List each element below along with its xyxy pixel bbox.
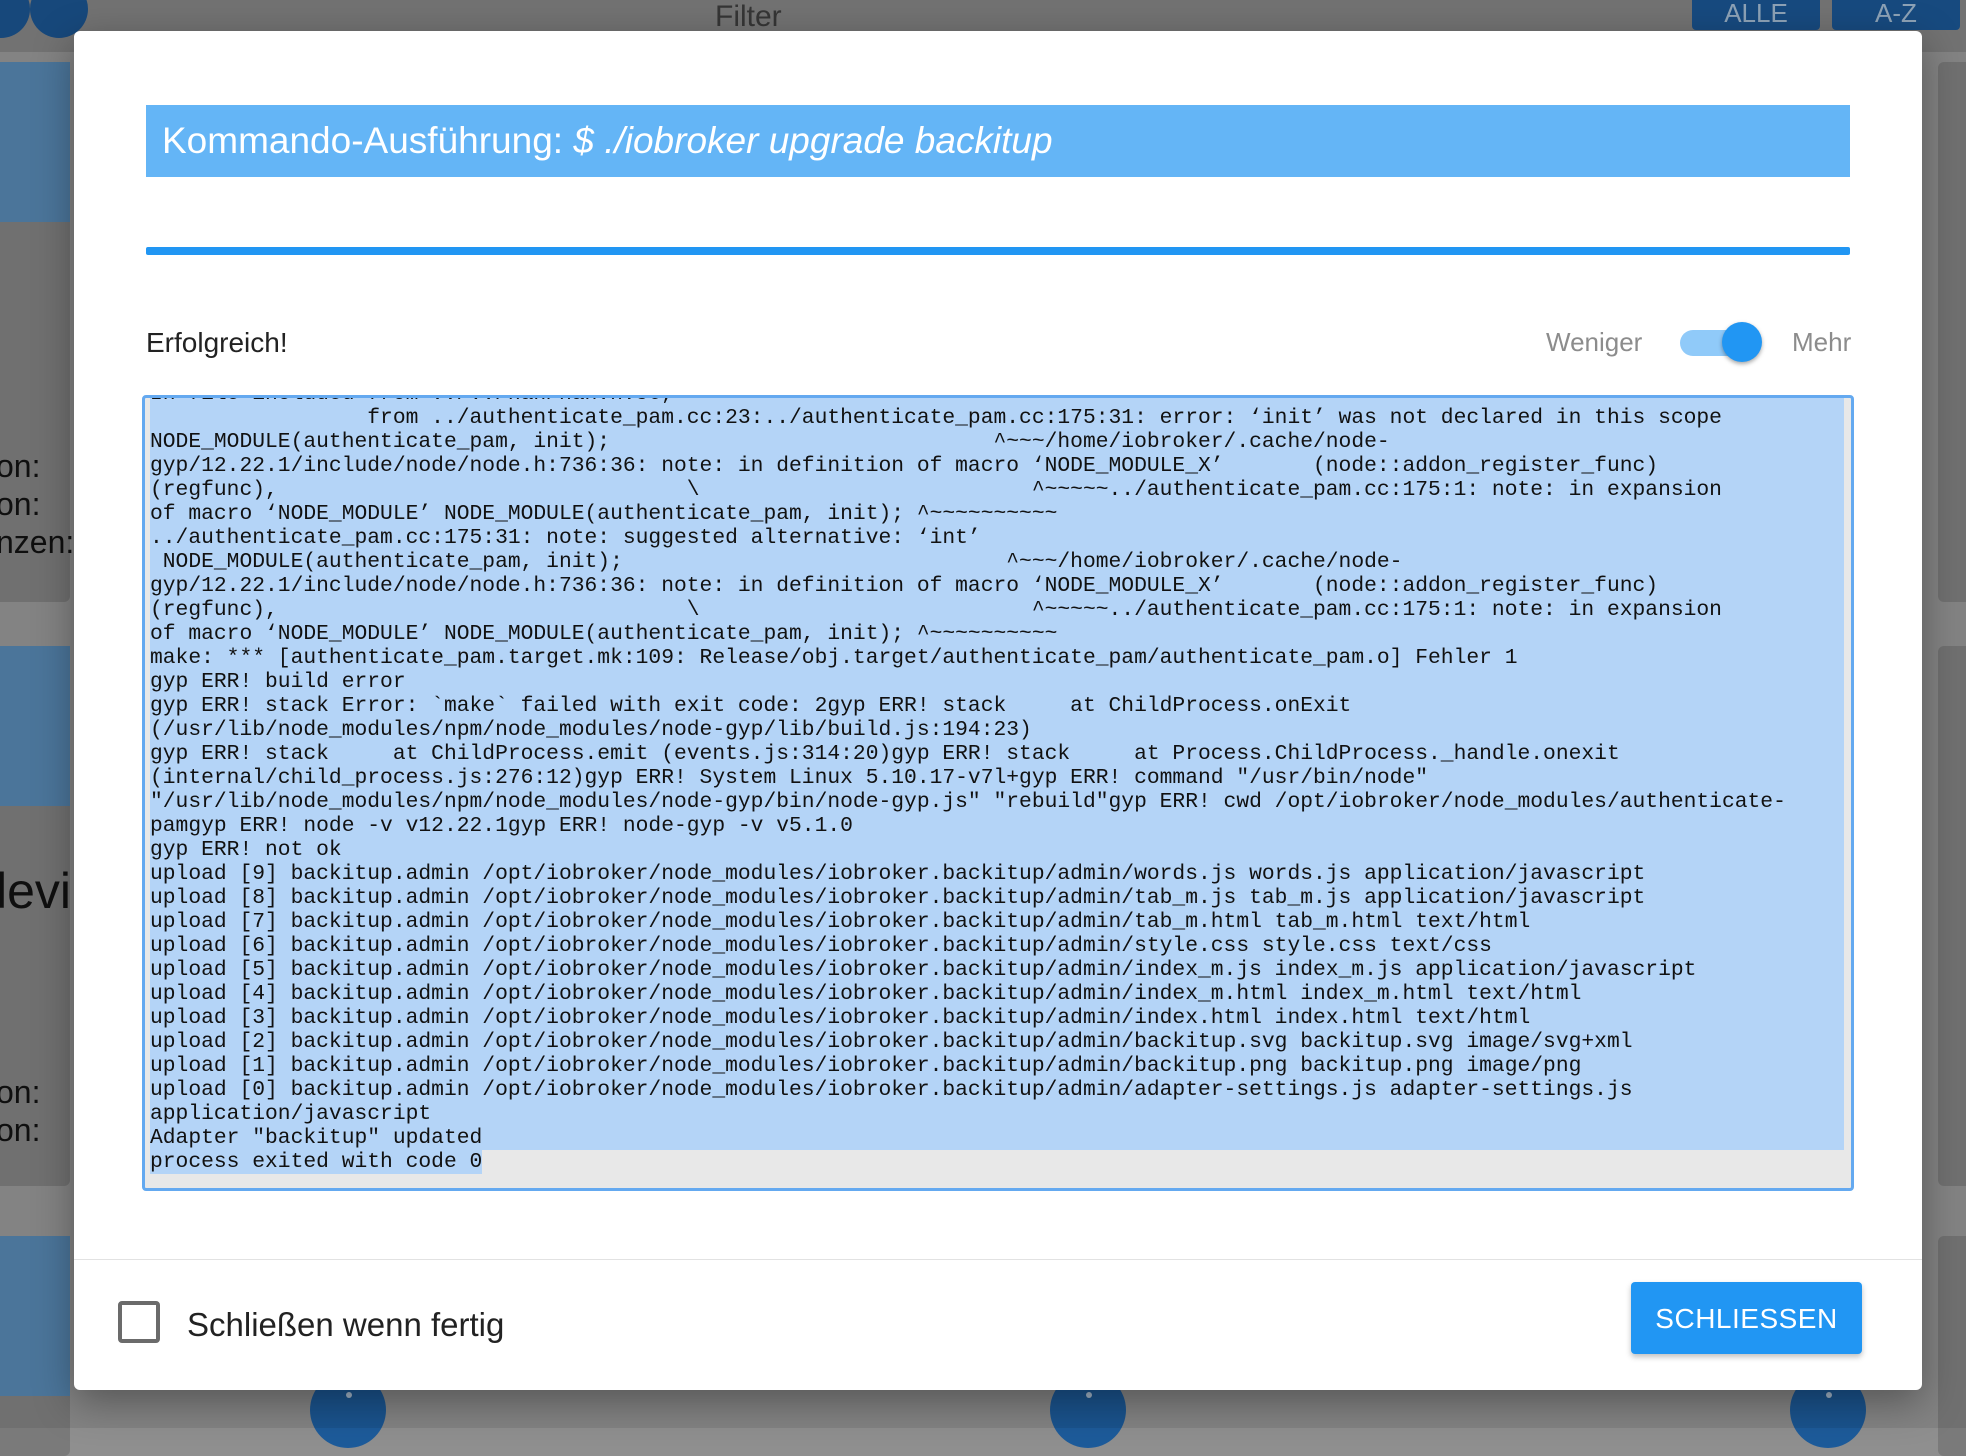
log-line: (internal/child_process.js:276:12)gyp ER… bbox=[150, 766, 1844, 790]
dialog-title-command: $ ./iobroker upgrade backitup bbox=[573, 120, 1053, 161]
log-line: make: *** [authenticate_pam.target.mk:10… bbox=[150, 646, 1844, 670]
log-detail-switch[interactable] bbox=[1680, 321, 1762, 363]
log-line: of macro ‘NODE_MODULE’ NODE_MODULE(authe… bbox=[150, 502, 1844, 526]
log-line-text: gyp ERR! build error bbox=[150, 670, 406, 694]
progress-bar bbox=[146, 247, 1850, 255]
log-line-text: (/usr/lib/node_modules/npm/node_modules/… bbox=[150, 718, 1032, 742]
log-line-text: Adapter "backitup" updated bbox=[150, 1126, 483, 1150]
log-line-text: (internal/child_process.js:276:12)gyp ER… bbox=[150, 766, 1429, 790]
log-line: "/usr/lib/node_modules/npm/node_modules/… bbox=[150, 790, 1844, 814]
log-line: gyp/12.22.1/include/node/node.h:736:36: … bbox=[150, 454, 1844, 478]
log-line: (regfunc), \ ^~~~~~../authenticate_pam.c… bbox=[150, 598, 1844, 622]
log-line: NODE_MODULE(authenticate_pam, init); ^~~… bbox=[150, 430, 1844, 454]
progress-bar-fill bbox=[146, 247, 1850, 255]
log-line-text: from ../authenticate_pam.cc:23:../authen… bbox=[150, 406, 1722, 430]
log-line-text: "/usr/lib/node_modules/npm/node_modules/… bbox=[150, 790, 1786, 814]
log-line-text: upload [4] backitup.admin /opt/iobroker/… bbox=[150, 982, 1582, 1006]
log-line-text: process exited with code 0 bbox=[150, 1150, 483, 1174]
log-line-text: upload [5] backitup.admin /opt/iobroker/… bbox=[150, 958, 1697, 982]
log-line-text: pamgyp ERR! node -v v12.22.1gyp ERR! nod… bbox=[150, 814, 853, 838]
dialog-title: Kommando-Ausführung: $ ./iobroker upgrad… bbox=[146, 105, 1850, 177]
log-line-text: In file included from ../../nan/nan.h:56… bbox=[150, 398, 674, 406]
close-when-done-label[interactable]: Schließen wenn fertig bbox=[187, 1306, 504, 1344]
close-when-done-checkbox[interactable] bbox=[118, 1301, 160, 1343]
log-line: of macro ‘NODE_MODULE’ NODE_MODULE(authe… bbox=[150, 622, 1844, 646]
log-line: gyp ERR! not ok bbox=[150, 838, 1844, 862]
log-line-text: of macro ‘NODE_MODULE’ NODE_MODULE(authe… bbox=[150, 622, 1058, 646]
log-line: pamgyp ERR! node -v v12.22.1gyp ERR! nod… bbox=[150, 814, 1844, 838]
log-line-text: (regfunc), \ ^~~~~~../authenticate_pam.c… bbox=[150, 598, 1722, 622]
log-line: upload [2] backitup.admin /opt/iobroker/… bbox=[150, 1030, 1844, 1054]
log-lines: In file included from ../../nan/nan.h:56… bbox=[150, 398, 1844, 1174]
log-line: upload [5] backitup.admin /opt/iobroker/… bbox=[150, 958, 1844, 982]
log-line: from ../authenticate_pam.cc:23:../authen… bbox=[150, 406, 1844, 430]
command-dialog: Kommando-Ausführung: $ ./iobroker upgrad… bbox=[74, 31, 1922, 1390]
log-line-text: application/javascript bbox=[150, 1102, 432, 1126]
log-line-text: upload [1] backitup.admin /opt/iobroker/… bbox=[150, 1054, 1582, 1078]
log-line-text: NODE_MODULE(authenticate_pam, init); ^~~… bbox=[150, 430, 1390, 454]
log-line: NODE_MODULE(authenticate_pam, init); ^~~… bbox=[150, 550, 1844, 574]
log-line-text: make: *** [authenticate_pam.target.mk:10… bbox=[150, 646, 1518, 670]
log-line: In file included from ../../nan/nan.h:56… bbox=[150, 398, 1844, 406]
log-output[interactable]: In file included from ../../nan/nan.h:56… bbox=[142, 395, 1854, 1191]
log-line: application/javascript bbox=[150, 1102, 1844, 1126]
log-line-text: gyp/12.22.1/include/node/node.h:736:36: … bbox=[150, 574, 1659, 598]
log-line-text: upload [7] backitup.admin /opt/iobroker/… bbox=[150, 910, 1531, 934]
log-line-text: gyp ERR! stack at ChildProcess.emit (eve… bbox=[150, 742, 1620, 766]
log-line: gyp ERR! stack Error: `make` failed with… bbox=[150, 694, 1844, 718]
log-line: process exited with code 0 bbox=[150, 1150, 1844, 1174]
log-line: upload [3] backitup.admin /opt/iobroker/… bbox=[150, 1006, 1844, 1030]
log-line-text: (regfunc), \ ^~~~~~../authenticate_pam.c… bbox=[150, 478, 1722, 502]
log-line: upload [6] backitup.admin /opt/iobroker/… bbox=[150, 934, 1844, 958]
log-line-text: gyp ERR! stack Error: `make` failed with… bbox=[150, 694, 1352, 718]
log-line: gyp ERR! build error bbox=[150, 670, 1844, 694]
status-text: Erfolgreich! bbox=[146, 327, 288, 358]
log-line: gyp/12.22.1/include/node/node.h:736:36: … bbox=[150, 574, 1844, 598]
close-button[interactable]: SCHLIESSEN bbox=[1631, 1282, 1862, 1354]
log-line: upload [8] backitup.admin /opt/iobroker/… bbox=[150, 886, 1844, 910]
log-line: upload [4] backitup.admin /opt/iobroker/… bbox=[150, 982, 1844, 1006]
log-line: upload [0] backitup.admin /opt/iobroker/… bbox=[150, 1078, 1844, 1102]
log-line: (regfunc), \ ^~~~~~../authenticate_pam.c… bbox=[150, 478, 1844, 502]
log-line-text: gyp/12.22.1/include/node/node.h:736:36: … bbox=[150, 454, 1659, 478]
log-line-text: upload [8] backitup.admin /opt/iobroker/… bbox=[150, 886, 1646, 910]
log-line: upload [1] backitup.admin /opt/iobroker/… bbox=[150, 1054, 1844, 1078]
log-line-text: NODE_MODULE(authenticate_pam, init); ^~~… bbox=[150, 550, 1403, 574]
log-line: Adapter "backitup" updated bbox=[150, 1126, 1844, 1150]
toggle-more-label: Mehr bbox=[1792, 327, 1852, 357]
log-line-text: ../authenticate_pam.cc:175:31: note: sug… bbox=[150, 526, 981, 550]
dialog-title-prefix: Kommando-Ausführung: bbox=[162, 120, 564, 161]
switch-thumb[interactable] bbox=[1722, 322, 1762, 362]
log-line: (/usr/lib/node_modules/npm/node_modules/… bbox=[150, 718, 1844, 742]
log-line: upload [7] backitup.admin /opt/iobroker/… bbox=[150, 910, 1844, 934]
log-line-text: upload [2] backitup.admin /opt/iobroker/… bbox=[150, 1030, 1633, 1054]
log-line-text: of macro ‘NODE_MODULE’ NODE_MODULE(authe… bbox=[150, 502, 1058, 526]
log-line: ../authenticate_pam.cc:175:31: note: sug… bbox=[150, 526, 1844, 550]
log-line-text: gyp ERR! not ok bbox=[150, 838, 342, 862]
toggle-less-label: Weniger bbox=[1546, 327, 1643, 357]
log-line: gyp ERR! stack at ChildProcess.emit (eve… bbox=[150, 742, 1844, 766]
log-line-text: upload [3] backitup.admin /opt/iobroker/… bbox=[150, 1006, 1531, 1030]
log-line: upload [9] backitup.admin /opt/iobroker/… bbox=[150, 862, 1844, 886]
log-line-text: upload [9] backitup.admin /opt/iobroker/… bbox=[150, 862, 1646, 886]
log-line-text: upload [0] backitup.admin /opt/iobroker/… bbox=[150, 1078, 1633, 1102]
log-line-text: upload [6] backitup.admin /opt/iobroker/… bbox=[150, 934, 1492, 958]
dialog-divider bbox=[74, 1259, 1922, 1260]
